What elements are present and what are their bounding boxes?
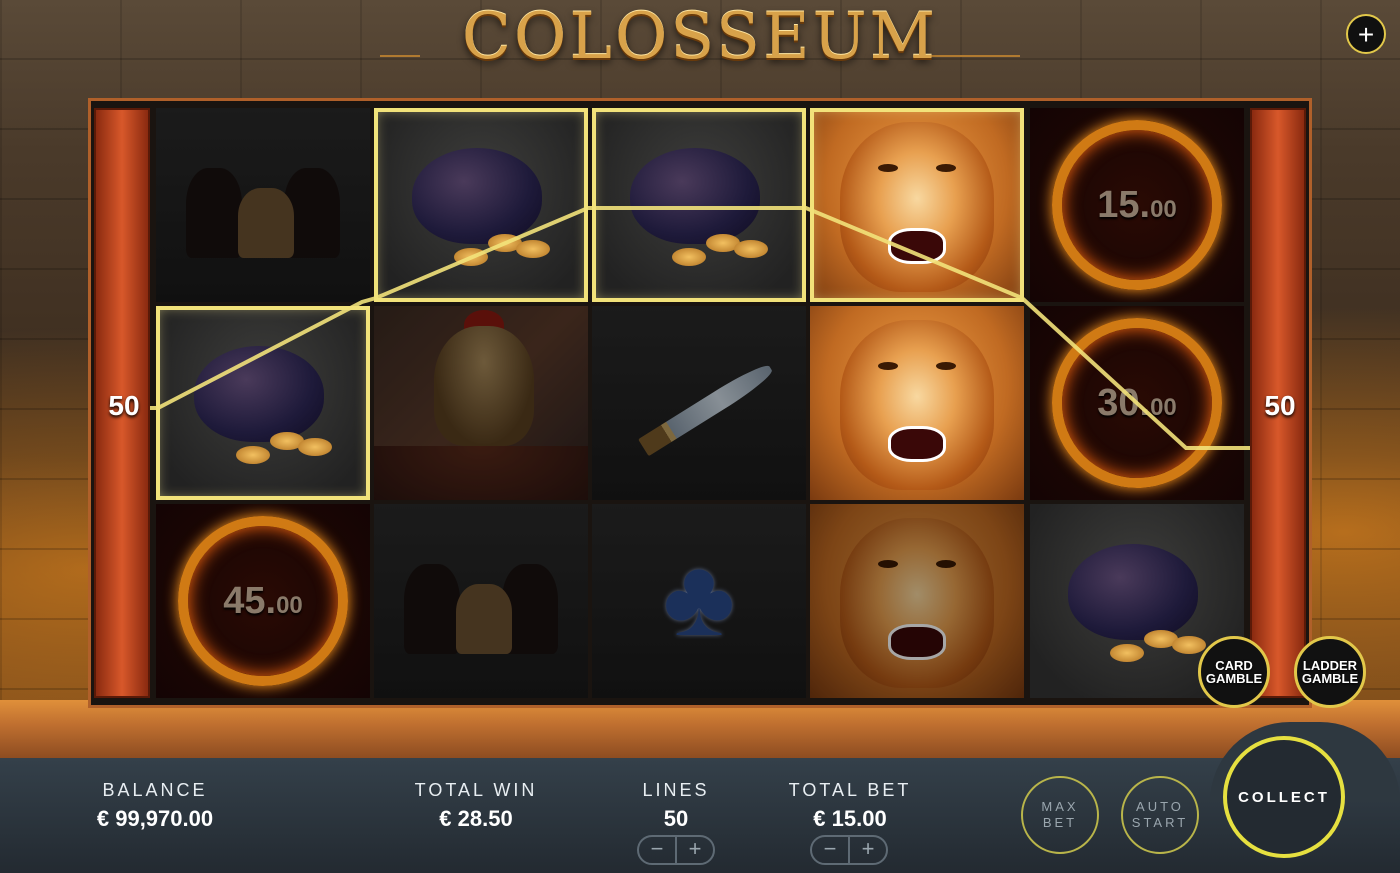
lines-indicator-right: 50	[1250, 108, 1306, 698]
symbol-fire-ring: 15.00	[1030, 108, 1244, 302]
fire-ring-value-main: 30.	[1097, 382, 1151, 424]
fire-ring-value: 30.00	[1030, 382, 1244, 425]
game-title: COLOSSEUM	[461, 0, 939, 74]
total-bet-value: € 15.00	[813, 806, 887, 831]
lines-indicator-left: 50	[94, 108, 150, 698]
fire-ring-value-main: 15.	[1097, 184, 1151, 226]
arena-floor	[0, 700, 1400, 760]
lines-indicator-right-value: 50	[1264, 390, 1296, 421]
fire-ring-value: 45.00	[156, 580, 370, 623]
lion-icon	[840, 122, 994, 292]
bet-stepper: − +	[810, 835, 888, 865]
lines-decrease-button[interactable]: −	[639, 837, 675, 863]
symbol-chariot	[374, 504, 588, 698]
bet-increase-button[interactable]: +	[848, 837, 886, 863]
menu-plus-button[interactable]: +	[1346, 14, 1386, 54]
total-win-label: TOTAL WIN	[414, 780, 538, 800]
lines-indicator-left-value: 50	[108, 390, 140, 421]
symbol-chariot	[156, 108, 370, 302]
coin-bag-icon	[412, 148, 542, 244]
symbol-gladiator	[374, 306, 588, 500]
lion-icon	[840, 518, 994, 688]
symbol-fire-ring: 45.00	[156, 504, 370, 698]
symbol-coin-bag-win	[592, 108, 806, 302]
coin-bag-icon	[194, 346, 324, 442]
symbol-coin-bag-win	[156, 306, 370, 500]
sword-icon	[638, 359, 776, 457]
collect-button[interactable]: COLLECT	[1223, 736, 1345, 858]
auto-start-button[interactable]: AUTO START	[1121, 776, 1199, 854]
fire-ring-value: 15.00	[1030, 184, 1244, 227]
max-bet-button[interactable]: MAX BET	[1021, 776, 1099, 854]
fire-ring-value-cents: 00	[1150, 394, 1177, 421]
total-win-value: € 28.50	[439, 806, 513, 831]
fire-ring-value-cents: 00	[1150, 196, 1177, 223]
club-icon: ♣	[662, 536, 736, 659]
symbol-fire-ring: 30.00	[1030, 306, 1244, 500]
lines-label: LINES	[642, 780, 710, 800]
coin-bag-icon	[630, 148, 760, 244]
ladder-gamble-button[interactable]: LADDER GAMBLE	[1294, 636, 1366, 708]
card-gamble-button[interactable]: CARD GAMBLE	[1198, 636, 1270, 708]
lines-value: 50	[663, 806, 689, 831]
symbol-coin-bag-win	[374, 108, 588, 302]
gladiator-icon	[434, 326, 534, 446]
symbol-sword	[592, 306, 806, 500]
chariot-icon	[176, 148, 350, 258]
coin-bag-icon	[1068, 544, 1198, 640]
total-bet-label: TOTAL BET	[788, 780, 912, 800]
fire-ring-value-main: 45.	[223, 580, 277, 622]
balance-value: € 99,970.00	[96, 806, 214, 831]
lines-increase-button[interactable]: +	[675, 837, 713, 863]
lion-icon	[840, 320, 994, 490]
gladiator-crest	[464, 310, 504, 340]
fire-ring-value-cents: 00	[276, 592, 303, 619]
symbol-lion	[810, 504, 1024, 698]
symbol-club: ♣	[592, 504, 806, 698]
game-stage: COLOSSEUM + 50 50 45.00 ♣ 15.00 30.00 CA…	[0, 0, 1400, 760]
bet-decrease-button[interactable]: −	[812, 837, 848, 863]
symbol-lion-win	[810, 108, 1024, 302]
chariot-icon	[394, 544, 568, 654]
balance-label: BALANCE	[102, 780, 208, 800]
lines-stepper: − +	[637, 835, 715, 865]
symbol-lion	[810, 306, 1024, 500]
